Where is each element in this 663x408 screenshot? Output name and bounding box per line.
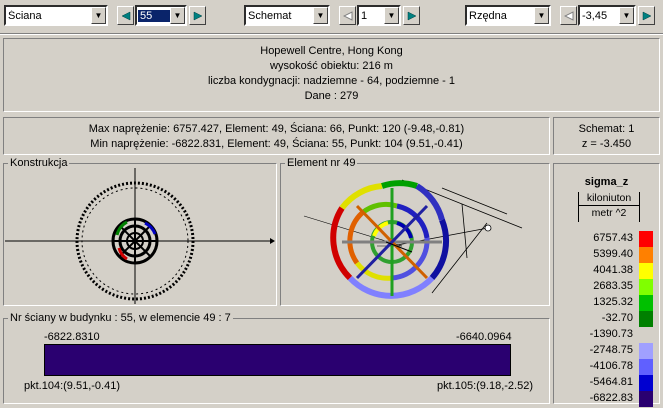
legend-value: 4041.38 <box>593 264 633 276</box>
arrow-left-icon <box>342 10 352 21</box>
arrow-right-icon <box>642 11 652 20</box>
chevron-down-icon[interactable]: ▼ <box>170 7 185 24</box>
construction-plan-drawing[interactable] <box>5 168 275 304</box>
legend-value: -32.70 <box>601 312 633 324</box>
element-type-select[interactable]: Ściana ▼ <box>4 5 108 26</box>
building-name: Hopewell Centre, Hong Kong <box>260 45 403 57</box>
legend-value: -1390.73 <box>589 328 633 340</box>
wall-number-select[interactable]: 55 ▼ <box>135 5 187 26</box>
schema-number-value: 1 <box>361 9 368 22</box>
legend-value: -6822.83 <box>589 392 633 404</box>
chevron-down-icon[interactable]: ▼ <box>384 7 399 24</box>
legend-row: -1390.73 <box>554 327 659 343</box>
legend-row: 6757.43 <box>554 231 659 247</box>
wall-number-value: 55 <box>138 9 170 22</box>
legend-swatch <box>639 359 653 375</box>
building-data-count: Dane : 279 <box>304 90 359 102</box>
schema-line: Schemat: 1 <box>578 123 635 135</box>
legend-unit-numerator: kiloniuton <box>579 192 639 206</box>
legend-scale: 6757.43 5399.40 4041.38 2683.35 1325.32 … <box>554 231 659 407</box>
chevron-down-icon[interactable]: ▼ <box>619 7 634 24</box>
legend-row: -5464.81 <box>554 375 659 391</box>
legend-swatch <box>639 247 653 263</box>
schema-select[interactable]: Schemat ▼ <box>244 5 330 26</box>
previous-coordinate-button[interactable] <box>560 6 577 25</box>
legend-value: -5464.81 <box>589 376 633 388</box>
legend-swatch <box>639 343 653 359</box>
chevron-down-icon[interactable]: ▼ <box>91 7 106 24</box>
max-stress: Max naprężenie: 6757.427, Element: 49, Ś… <box>88 123 465 135</box>
previous-wall-button[interactable] <box>117 6 134 25</box>
building-info-panel: Hopewell Centre, Hong Kong wysokość obie… <box>3 38 660 112</box>
coordinate-level-value: -3,45 <box>582 9 608 22</box>
wall-right-point: pkt.105:(9.18,-2.52) <box>437 380 534 392</box>
building-storeys: liczba kondygnacji: nadziemne - 64, podz… <box>207 75 456 87</box>
arrow-right-icon <box>193 11 203 20</box>
coordinate-level-select[interactable]: -3,45 ▼ <box>578 5 636 26</box>
previous-schema-button[interactable] <box>339 6 356 25</box>
legend-swatch <box>639 295 653 311</box>
legend-swatch <box>639 375 653 391</box>
legend-swatch <box>639 279 653 295</box>
coordinate-select[interactable]: Rzędna ▼ <box>465 5 551 26</box>
legend-row: 1325.32 <box>554 295 659 311</box>
wall-right-value: -6640.0964 <box>456 331 512 343</box>
stress-info-panel: Max naprężenie: 6757.427, Element: 49, Ś… <box>3 117 550 155</box>
wall-stress-bar[interactable] <box>44 344 511 376</box>
next-wall-button[interactable] <box>189 6 206 25</box>
arrow-left-icon <box>563 10 573 21</box>
legend-row: -2748.75 <box>554 343 659 359</box>
element-type-value: Ściana <box>8 9 42 22</box>
legend-value: -2748.75 <box>589 344 633 356</box>
legend-title: sigma_z <box>584 176 629 188</box>
legend-row: 5399.40 <box>554 247 659 263</box>
legend-swatch <box>639 263 653 279</box>
legend-swatch <box>639 311 653 327</box>
z-level-line: z = -3.450 <box>581 138 632 150</box>
legend-swatch <box>639 391 653 407</box>
wall-section-header: Nr ściany w budynku : 55, w elemencie 49… <box>8 312 233 324</box>
schema-number-select[interactable]: 1 ▼ <box>357 5 401 26</box>
chevron-down-icon[interactable]: ▼ <box>534 7 549 24</box>
arrow-right-icon <box>407 11 417 20</box>
legend-value: 2683.35 <box>593 280 633 292</box>
schema-value: Schemat <box>248 9 292 22</box>
legend-row: -6822.83 <box>554 391 659 407</box>
legend-value: -4106.78 <box>589 360 633 372</box>
arrow-left-icon <box>120 11 130 20</box>
legend-swatch <box>639 327 653 343</box>
legend-value: 5399.40 <box>593 248 633 260</box>
legend-unit-denominator: metr ^2 <box>591 207 627 219</box>
building-height: wysokość obiektu: 216 m <box>270 60 393 72</box>
legend-row: 2683.35 <box>554 279 659 295</box>
legend-unit: kiloniuton metr ^2 <box>578 192 640 222</box>
legend-row: 4041.38 <box>554 263 659 279</box>
coordinate-value: Rzędna <box>469 9 507 22</box>
element-plan-drawing[interactable] <box>282 168 548 304</box>
min-stress: Min naprężenie: -6822.831, Element: 49, … <box>90 138 463 150</box>
legend-row: -4106.78 <box>554 359 659 375</box>
legend-value: 6757.43 <box>593 232 633 244</box>
wall-left-value: -6822.8310 <box>44 331 100 343</box>
legend-swatch <box>639 231 653 247</box>
wall-left-point: pkt.104:(9.51,-0.41) <box>24 380 121 392</box>
legend-value: 1325.32 <box>593 296 633 308</box>
chevron-down-icon[interactable]: ▼ <box>313 7 328 24</box>
legend-panel: sigma_z kiloniuton metr ^2 6757.43 5399.… <box>553 163 660 407</box>
legend-row: -32.70 <box>554 311 659 327</box>
next-schema-button[interactable] <box>403 6 420 25</box>
next-coordinate-button[interactable] <box>638 6 655 25</box>
schema-info-panel: Schemat: 1 z = -3.450 <box>553 117 660 155</box>
toolbar-separator <box>0 33 663 35</box>
